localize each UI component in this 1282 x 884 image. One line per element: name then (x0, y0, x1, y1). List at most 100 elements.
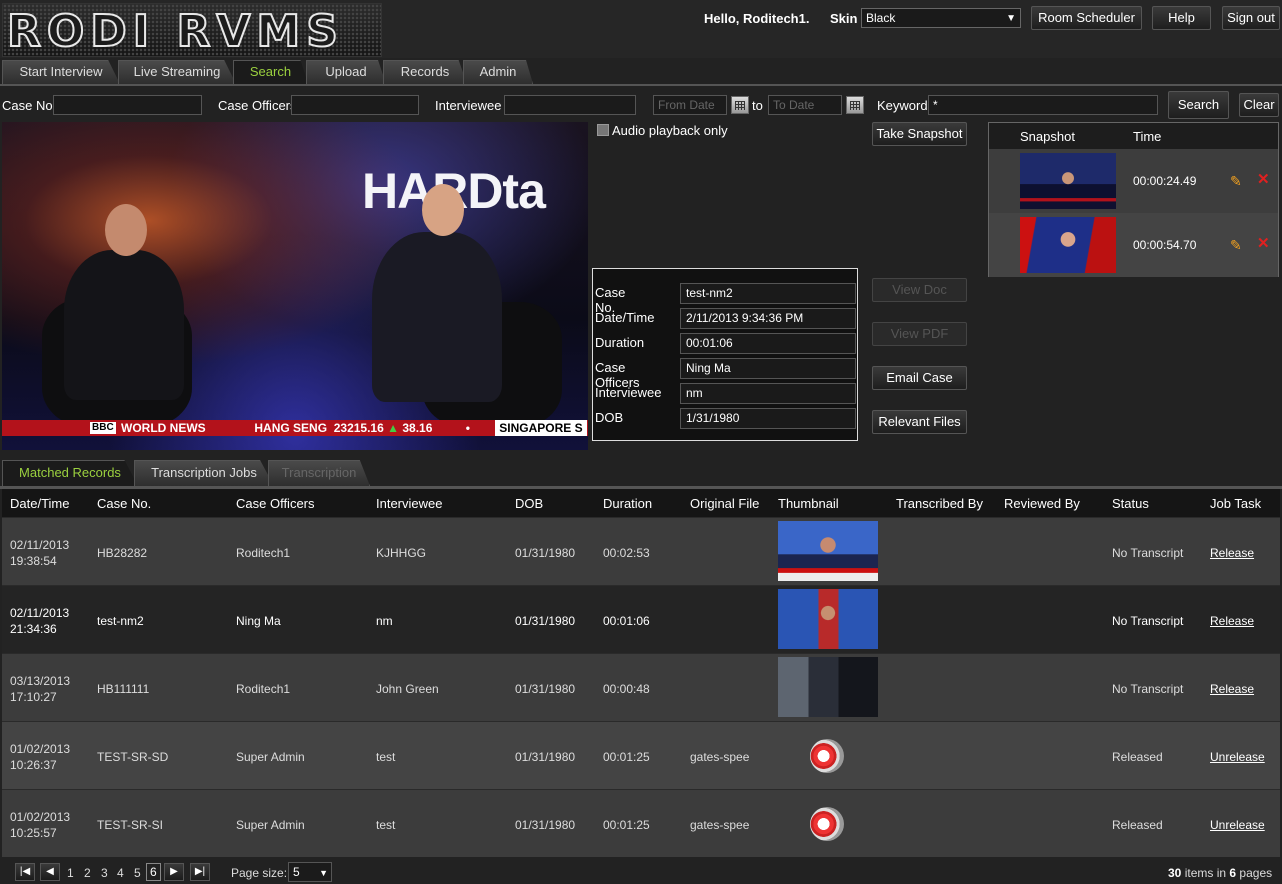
table-row[interactable]: 02/11/2013 21:34:36 test-nm2 Ning Ma nm 0… (2, 585, 1280, 653)
page-number[interactable]: 1 (67, 866, 74, 880)
page-size-select[interactable]: 5 ▼ (288, 862, 332, 882)
room-scheduler-button[interactable]: Room Scheduler (1031, 6, 1142, 30)
column-header[interactable]: Interviewee (376, 496, 442, 511)
row-time: 10:26:37 (10, 758, 57, 772)
column-header[interactable]: Transcribed By (896, 496, 983, 511)
column-header[interactable]: DOB (515, 496, 543, 511)
email-case-button[interactable]: Email Case (872, 366, 967, 390)
logo-text: RODI RVMS (6, 6, 344, 57)
tab-admin[interactable]: Admin (463, 60, 533, 84)
keyword-input[interactable]: * (928, 95, 1158, 115)
to-date-input[interactable]: To Date (768, 95, 842, 115)
row-thumbnail[interactable] (778, 657, 878, 717)
help-button[interactable]: Help (1152, 6, 1211, 30)
table-row[interactable]: 01/02/2013 10:25:57 TEST-SR-SI Super Admi… (2, 789, 1280, 857)
release-link[interactable]: Release (1210, 546, 1254, 560)
table-row[interactable]: 02/11/2013 19:38:54 HB28282 Roditech1 KJH… (2, 517, 1280, 585)
column-header[interactable]: Thumbnail (778, 496, 839, 511)
case-officers-input[interactable] (291, 95, 419, 115)
column-header[interactable]: Original File (690, 496, 759, 511)
case-no-input[interactable] (53, 95, 202, 115)
tab-start-interview[interactable]: Start Interview (2, 60, 120, 84)
speaker-icon[interactable] (810, 807, 844, 841)
tab-search[interactable]: Search (233, 60, 308, 84)
detail-datetime: 2/11/2013 9:34:36 PM (680, 308, 856, 329)
ticker-market: SINGAPORE S (495, 420, 587, 436)
column-header[interactable]: Case No. (97, 496, 151, 511)
last-page-icon[interactable]: ▶| (190, 863, 210, 881)
tab-divider (0, 84, 1282, 86)
snapshot-panel: Snapshot Time 00:00:24.49 ✎ ✕ 00:00:54.7… (988, 122, 1279, 277)
pencil-icon[interactable]: ✎ (1230, 174, 1244, 188)
ticker-value: 23215.16 (333, 421, 384, 435)
interviewee-input[interactable] (504, 95, 636, 115)
relevant-files-button[interactable]: Relevant Files (872, 410, 967, 434)
column-header[interactable]: Status (1112, 496, 1149, 511)
calendar-icon[interactable] (846, 96, 864, 114)
column-header[interactable]: Duration (603, 496, 652, 511)
release-link[interactable]: Release (1210, 614, 1254, 628)
items-label: items in (1184, 866, 1227, 880)
current-page[interactable]: 6 (146, 863, 161, 881)
row-datetime: 02/11/2013 21:34:36 (10, 605, 69, 637)
snapshot-thumbnail[interactable] (1020, 217, 1116, 273)
row-date: 01/02/2013 (10, 742, 71, 756)
release-link[interactable]: Release (1210, 682, 1254, 696)
sign-out-button[interactable]: Sign out (1222, 6, 1280, 30)
tab-matched-records[interactable]: Matched Records (2, 460, 138, 486)
detail-label: Date/Time (595, 310, 655, 325)
speaker-icon[interactable] (810, 739, 844, 773)
search-button[interactable]: Search (1168, 91, 1229, 119)
row-interviewee: nm (376, 614, 393, 628)
video-player[interactable]: HARDta BBC WORLD NEWS HANG SENG 23215.16… (2, 122, 588, 450)
row-thumbnail[interactable] (778, 589, 878, 649)
page-number[interactable]: 5 (134, 866, 141, 880)
next-page-icon[interactable]: ▶ (164, 863, 184, 881)
snapshot-thumbnail[interactable] (1020, 153, 1116, 209)
delete-icon[interactable]: ✕ (1257, 172, 1271, 187)
row-time: 10:25:57 (10, 826, 57, 840)
detail-officers: Ning Ma (680, 358, 856, 379)
table-row[interactable]: 03/13/2013 17:10:27 HB111111 Roditech1 Jo… (2, 653, 1280, 721)
row-time: 17:10:27 (10, 690, 57, 704)
skin-select[interactable]: Black ▼ (861, 8, 1021, 28)
row-interviewee: KJHHGG (376, 546, 427, 560)
skin-value: Black (866, 11, 896, 25)
table-row[interactable]: 01/02/2013 10:26:37 TEST-SR-SD Super Admi… (2, 721, 1280, 789)
page-number[interactable]: 4 (117, 866, 124, 880)
column-header[interactable]: Reviewed By (1004, 496, 1080, 511)
tab-transcription-jobs[interactable]: Transcription Jobs (134, 460, 274, 486)
audio-only-checkbox[interactable] (597, 124, 609, 136)
first-page-icon[interactable]: |◀ (15, 863, 35, 881)
page-number[interactable]: 3 (101, 866, 108, 880)
row-datetime: 02/11/2013 19:38:54 (10, 537, 69, 569)
unrelease-link[interactable]: Unrelease (1210, 818, 1265, 832)
tab-records[interactable]: Records (383, 60, 467, 84)
prev-page-icon[interactable]: ◀ (40, 863, 60, 881)
delete-icon[interactable]: ✕ (1257, 236, 1271, 251)
column-header[interactable]: Case Officers (236, 496, 315, 511)
row-officers: Ning Ma (236, 614, 281, 628)
unrelease-link[interactable]: Unrelease (1210, 750, 1265, 764)
column-header[interactable]: Job Task (1210, 496, 1261, 511)
view-pdf-button[interactable]: View PDF (872, 322, 967, 346)
take-snapshot-button[interactable]: Take Snapshot (872, 122, 967, 146)
row-thumbnail[interactable] (778, 521, 878, 581)
calendar-icon[interactable] (731, 96, 749, 114)
pencil-icon[interactable]: ✎ (1230, 238, 1244, 252)
snapshot-row[interactable]: 00:00:54.70 ✎ ✕ (989, 213, 1278, 277)
tab-live-streaming[interactable]: Live Streaming (118, 60, 236, 84)
to-label: to (752, 98, 763, 113)
snapshot-row[interactable]: 00:00:24.49 ✎ ✕ (989, 149, 1278, 213)
from-date-input[interactable]: From Date (653, 95, 727, 115)
row-dob: 01/31/1980 (515, 750, 576, 764)
tab-upload[interactable]: Upload (306, 60, 386, 84)
column-header[interactable]: Date/Time (10, 496, 69, 511)
clear-button[interactable]: Clear (1239, 93, 1279, 117)
tab-transcription[interactable]: Transcription (268, 460, 370, 486)
detail-label: Interviewee (595, 385, 662, 400)
page-number[interactable]: 2 (84, 866, 91, 880)
row-status: No Transcript (1112, 682, 1184, 696)
view-doc-button[interactable]: View Doc (872, 278, 967, 302)
row-case-no: TEST-SR-SD (97, 750, 169, 764)
